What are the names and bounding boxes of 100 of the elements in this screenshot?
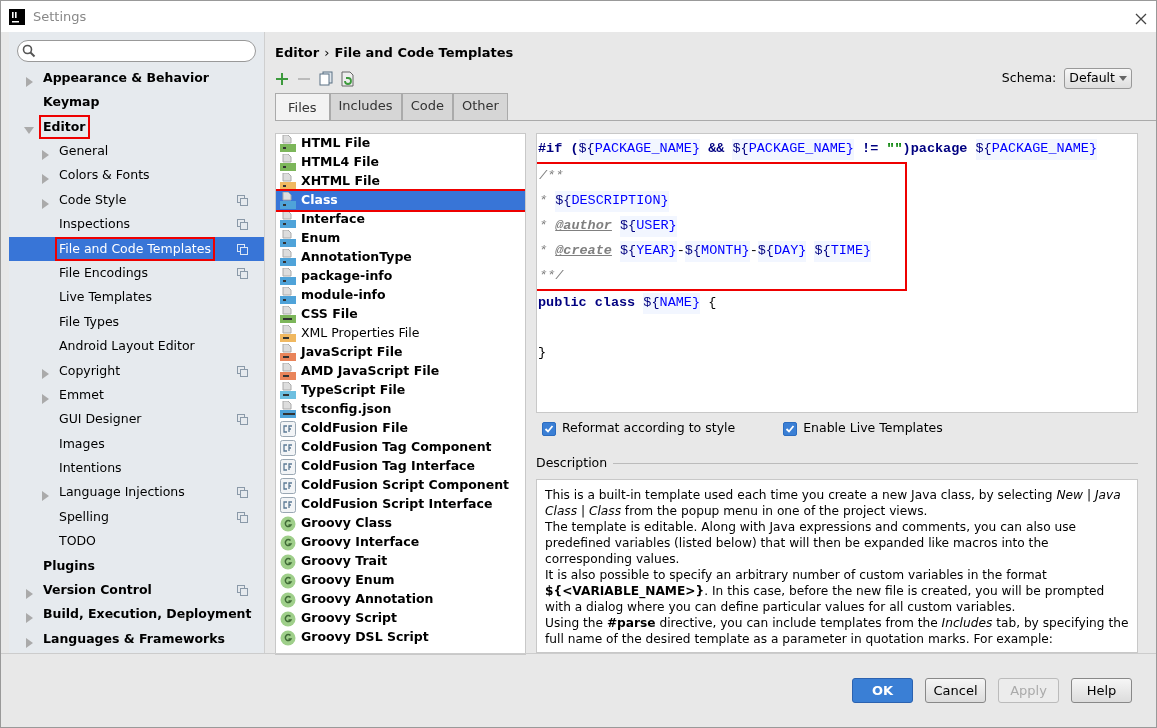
tab[interactable]: Includes xyxy=(329,92,402,120)
template-item[interactable]: Groovy Annotation xyxy=(276,590,525,609)
sidebar-item[interactable]: TODO xyxy=(9,529,264,554)
template-item[interactable]: Groovy Interface xyxy=(276,533,525,552)
template-item[interactable]: Groovy DSL Script xyxy=(276,628,525,647)
template-item[interactable]: AnnotationType xyxy=(276,248,525,267)
code-line: #if (${PACKAGE_NAME} && ${PACKAGE_NAME} != "")package ${PACKAGE_NAME} xyxy=(537,137,1137,162)
copy-icon[interactable] xyxy=(319,71,333,86)
checkbox-option[interactable]: Reformat according to style xyxy=(542,419,736,438)
template-item[interactable]: XML Properties File xyxy=(276,324,525,343)
template-item[interactable]: Interface xyxy=(276,210,525,229)
file-type-icon xyxy=(280,629,296,646)
template-item[interactable]: module-info xyxy=(276,286,525,305)
template-item[interactable]: Groovy Trait xyxy=(276,552,525,571)
sidebar-item[interactable]: General xyxy=(9,139,264,164)
expand-arrow-icon[interactable] xyxy=(39,148,51,161)
template-item[interactable]: ColdFusion Script Component xyxy=(276,476,525,495)
dialog-button[interactable]: Help xyxy=(1071,678,1132,703)
tab[interactable]: Files xyxy=(275,92,330,120)
description-text: This is a built-in template used each time you create a new Java class, by selecting New | Java Class | Class from the popup menu in one of the project views. The template is editable. Along with Java expressions and comments, you can also use predefined variables (listed below) that will then be expanded like macros into the corresponding values. It is also possible to specify an arbitrary number of custom variables in the format ${<VARIABLE_NAME>}. In this case, before the new file is created, you will be prompted with a dialog where you can define particular values for all custom variables. Using the #parse directive, you can include templates from the Includes tab, by specifying the full name of the desired template as a parameter in quotation marks. For example: xyxy=(545,486,1129,647)
sidebar-item[interactable]: GUI Designer xyxy=(9,407,264,432)
template-item[interactable]: Groovy Class xyxy=(276,514,525,533)
sidebar-item[interactable]: Android Layout Editor xyxy=(9,334,264,359)
file-type-icon xyxy=(280,287,296,304)
section-title: Description xyxy=(536,453,608,472)
template-item[interactable]: TypeScript File xyxy=(276,381,525,400)
checkbox-option[interactable]: Enable Live Templates xyxy=(783,419,943,438)
file-type-icon xyxy=(280,154,296,171)
file-type-icon xyxy=(280,363,296,380)
sidebar-item[interactable]: Emmet xyxy=(9,383,264,408)
template-item[interactable]: ColdFusion Tag Interface xyxy=(276,457,525,476)
template-item[interactable]: package-info xyxy=(276,267,525,286)
expand-arrow-icon[interactable] xyxy=(39,197,51,210)
sidebar-item[interactable]: Images xyxy=(9,431,264,457)
sidebar-item[interactable]: Version Control xyxy=(9,578,264,603)
sidebar-item[interactable]: File and Code Templates xyxy=(9,236,264,262)
expand-arrow-icon[interactable] xyxy=(39,490,51,503)
sidebar-item[interactable]: Plugins xyxy=(9,553,264,579)
template-item[interactable]: tsconfig.json xyxy=(276,400,525,419)
checkmark-icon xyxy=(785,423,796,434)
sidebar-item[interactable]: Inspections xyxy=(9,212,264,237)
sidebar-item[interactable]: Colors & Fonts xyxy=(9,163,264,188)
add-icon[interactable] xyxy=(275,71,289,86)
breadcrumb-item: File and Code Templates xyxy=(334,44,514,62)
sidebar-item[interactable]: Build, Execution, Deployment xyxy=(9,602,264,627)
expand-arrow-icon[interactable] xyxy=(23,587,35,600)
template-item[interactable]: XHTML File xyxy=(276,172,525,191)
sidebar-item[interactable]: Languages & Frameworks xyxy=(9,627,264,652)
schema-label: Schema: xyxy=(1001,69,1057,88)
expand-arrow-icon[interactable] xyxy=(23,612,35,625)
search-field[interactable] xyxy=(17,40,256,62)
reset-icon[interactable] xyxy=(341,70,355,87)
code-line: * ${DESCRIPTION} xyxy=(538,189,905,214)
sidebar-item[interactable]: File Types xyxy=(9,309,264,335)
sidebar-item[interactable]: Keymap xyxy=(9,90,264,115)
sidebar-item[interactable]: Language Injections xyxy=(9,480,264,506)
file-type-icon xyxy=(280,401,296,418)
dialog-button[interactable]: Cancel xyxy=(925,678,986,703)
sidebar-item[interactable]: Spelling xyxy=(9,505,264,530)
template-item[interactable]: AMD JavaScript File xyxy=(276,362,525,381)
template-item[interactable]: CSS File xyxy=(276,305,525,324)
file-type-icon xyxy=(280,325,296,342)
app-logo-icon xyxy=(9,8,25,25)
tab[interactable]: Code xyxy=(401,92,453,120)
file-type-icon xyxy=(280,572,296,589)
sidebar-item[interactable]: Copyright xyxy=(9,358,264,384)
expand-arrow-icon[interactable] xyxy=(39,368,51,381)
code-editor[interactable]: #if (${PACKAGE_NAME} && ${PACKAGE_NAME} != "")package ${PACKAGE_NAME} /** * ${DESCRIPTION} * @author ${USER} * @create ${YEAR}-${MONTH}-${DAY} ${TIME} **/ public class ${NAME} { } xyxy=(536,133,1138,414)
file-type-icon xyxy=(280,534,296,551)
sidebar-item[interactable]: File Encodings xyxy=(9,261,264,286)
caret-icon xyxy=(1119,76,1127,81)
expand-arrow-icon[interactable] xyxy=(39,392,51,405)
window-title: Settings xyxy=(33,7,87,26)
template-item[interactable]: Groovy Script xyxy=(276,609,525,628)
file-type-icon xyxy=(280,496,296,513)
template-item[interactable]: HTML4 File xyxy=(276,153,525,172)
template-item[interactable]: Class xyxy=(276,191,525,210)
template-item[interactable]: JavaScript File xyxy=(276,343,525,362)
schema-dropdown[interactable]: Default xyxy=(1064,68,1132,89)
template-item[interactable]: Enum xyxy=(276,229,525,248)
file-type-icon xyxy=(280,211,296,228)
sidebar-item[interactable]: Appearance & Behavior xyxy=(9,66,264,91)
code-line: public class ${NAME} { xyxy=(537,291,1137,316)
sidebar-item[interactable]: Intentions xyxy=(9,456,264,481)
expand-arrow-icon[interactable] xyxy=(23,75,35,88)
sidebar-item[interactable]: Code Style xyxy=(9,187,264,213)
sidebar-item[interactable]: Editor xyxy=(9,114,264,140)
dialog-button[interactable]: OK xyxy=(852,678,913,703)
template-item[interactable]: HTML File xyxy=(276,134,525,153)
expand-arrow-icon[interactable] xyxy=(23,636,35,649)
template-item[interactable]: ColdFusion Tag Component xyxy=(276,438,525,457)
sidebar-item[interactable]: Live Templates xyxy=(9,285,264,310)
template-item[interactable]: Groovy Enum xyxy=(276,571,525,590)
template-item[interactable]: ColdFusion File xyxy=(276,419,525,438)
template-item[interactable]: ColdFusion Script Interface xyxy=(276,495,525,514)
file-type-icon xyxy=(280,173,296,190)
file-type-icon xyxy=(280,591,296,608)
tab[interactable]: Other xyxy=(452,92,508,120)
expand-arrow-icon[interactable] xyxy=(39,173,51,186)
breadcrumb-item: Editor xyxy=(275,44,320,62)
